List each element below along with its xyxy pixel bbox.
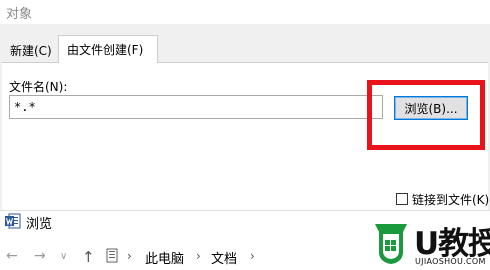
tab-new[interactable]: 新建(C): [2, 38, 58, 62]
tab-create-from-file[interactable]: 由文件创建(F): [58, 35, 158, 63]
link-to-file-checkbox[interactable]: [396, 193, 408, 205]
dialog-title: 对象: [6, 7, 33, 22]
breadcrumb-separator-icon[interactable]: ›: [196, 249, 201, 263]
tab-create-from-file-label: 由文件创建(F): [67, 43, 144, 57]
recent-locations-chevron-icon[interactable]: ∨: [60, 251, 67, 262]
dialog-title-bar: 对象: [0, 0, 490, 24]
back-arrow-icon[interactable]: ←: [6, 248, 18, 264]
breadcrumb-documents[interactable]: 文档: [211, 248, 237, 267]
highlight-box: [367, 80, 485, 150]
word-icon: [5, 213, 21, 229]
breadcrumb-separator-icon[interactable]: ›: [250, 249, 255, 263]
browse-window-title: 浏览: [26, 217, 53, 232]
up-arrow-icon[interactable]: ↑: [82, 248, 95, 266]
this-pc-icon: [106, 248, 118, 263]
file-name-label: 文件名(N):: [9, 80, 68, 94]
file-name-input[interactable]: [9, 95, 383, 119]
link-to-file-label: 链接到文件(K): [412, 193, 490, 207]
watermark-logo-icon: [375, 224, 407, 264]
forward-arrow-icon[interactable]: →: [34, 248, 46, 264]
tab-new-label: 新建(C): [10, 44, 52, 58]
breadcrumb-this-pc[interactable]: 此电脑: [145, 248, 184, 267]
watermark-subtext: UJIAOSHOU.COM: [415, 257, 486, 266]
breadcrumb-separator-icon[interactable]: ›: [127, 249, 132, 263]
